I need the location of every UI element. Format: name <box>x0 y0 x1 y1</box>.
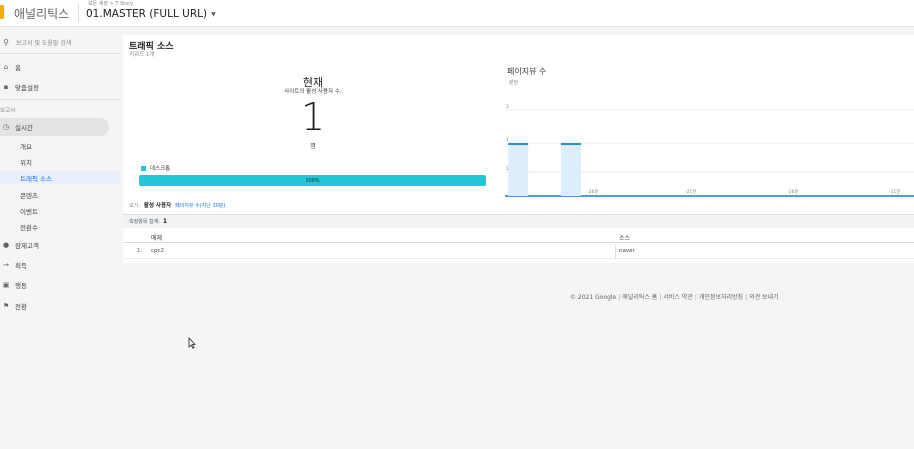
person-icon: ● <box>2 241 10 249</box>
caret-down-icon: ▼ <box>211 10 216 18</box>
y-tick-label: 1 <box>506 137 509 143</box>
x-tick-label: -11분 <box>889 189 901 195</box>
chart-title: 페이지뷰 수 <box>507 67 547 76</box>
sidebar-subitem-events[interactable]: 이벤트 <box>0 204 120 217</box>
footer-link-terms[interactable]: 서비스 약관 <box>663 294 693 301</box>
column-divider <box>615 245 616 259</box>
view-selector[interactable]: 01.MASTER (FULL URL) ▼ <box>86 8 216 20</box>
metric-tabs: 보기: 활성 사용자 페이지뷰 수(지난 30분) <box>123 198 914 212</box>
behavior-icon: ▣ <box>2 281 10 289</box>
metric-total-label: 측정항목 합계: <box>129 219 160 225</box>
tab-active-users[interactable]: 활성 사용자 <box>144 201 171 209</box>
sidebar-divider <box>0 53 120 54</box>
sidebar-subitem-traffic-sources[interactable]: 트래픽 소스 <box>0 171 120 184</box>
sidebar-subitem-conversions[interactable]: 전환수 <box>0 220 120 233</box>
copyright: © 2021 Google <box>570 294 617 301</box>
active-users-unit: 명 <box>310 143 316 150</box>
footer: © 2021 Google | 애널리틱스 홈 | 서비스 약관 | 개인정보처리방침 | 의견… <box>570 294 779 301</box>
breadcrumb[interactable]: 모든 계정 > T Story <box>88 0 133 7</box>
pageviews-chart: 2 1 1 -26분 -21분 -16분 -11분 <box>505 104 914 197</box>
page-subtitle: 키워드 1개 <box>129 52 155 58</box>
y-tick-label: 2 <box>506 104 509 110</box>
app-name[interactable]: 애널리틱스 <box>14 5 69 22</box>
clock-icon: ◷ <box>2 123 10 131</box>
app-header: 애널리틱스 모든 계정 > T Story 01.MASTER (FULL UR… <box>0 0 914 27</box>
mouse-cursor-icon <box>188 337 196 349</box>
sidebar-item-label: 맞춤설정 <box>15 84 39 92</box>
acquisition-icon: → <box>3 261 9 269</box>
column-header-medium[interactable]: 매체 <box>151 233 162 242</box>
report-panel: 트래픽 소스 키워드 1개 현재 사이트의 활성 사용자 수: 1 명 데스크톱… <box>123 35 914 263</box>
flag-icon: ⚑ <box>2 302 10 310</box>
pageviews-bar <box>508 143 529 196</box>
pageviews-bar-cap <box>560 143 581 145</box>
metric-total-row: 측정항목 합계: 1 <box>123 214 914 228</box>
sidebar-item-conversions[interactable]: ⚑ 전환 <box>0 299 118 313</box>
pageviews-bar-cap <box>508 143 529 145</box>
device-legend: 데스크톱 <box>141 164 170 172</box>
table-row[interactable]: 1. cpc2 naver <box>123 245 914 259</box>
sidebar-item-label: 행동 <box>15 282 27 290</box>
analytics-logo-icon[interactable] <box>0 5 4 19</box>
sidebar: ⚲ 보고서 및 도움말 검색 ⌂ 홈 ▪ 맞춤설정 보고서 ◷ 실시간 개요 위… <box>0 27 120 449</box>
footer-link-feedback[interactable]: 의견 보내기 <box>749 294 779 301</box>
sidebar-item-label: 실시간 <box>15 124 33 132</box>
device-share-bar: 100% <box>139 175 486 186</box>
tabs-label: 보기: <box>129 202 140 209</box>
tab-pageviews[interactable]: 페이지뷰 수(지난 30분) <box>175 202 225 209</box>
footer-link-analytics-home[interactable]: 애널리틱스 홈 <box>622 294 657 301</box>
pageviews-bar <box>560 143 581 196</box>
sidebar-item-audience[interactable]: ● 잠재고객 <box>0 238 118 252</box>
sidebar-item-label: 홈 <box>15 64 21 72</box>
x-tick-label: -21분 <box>685 189 697 195</box>
search-placeholder: 보고서 및 도움말 검색 <box>16 39 72 47</box>
cell-medium: cpc2 <box>151 248 165 254</box>
legend-label: 데스크톱 <box>150 166 171 172</box>
legend-swatch <box>141 165 146 171</box>
sidebar-subitem-locations[interactable]: 위치 <box>0 155 120 168</box>
sidebar-item-label: 전환 <box>15 303 27 311</box>
active-users-count: 1 <box>300 95 326 139</box>
sidebar-search[interactable]: ⚲ 보고서 및 도움말 검색 <box>0 36 118 48</box>
sidebar-subitem-overview[interactable]: 개요 <box>0 139 120 152</box>
x-tick-label: -16분 <box>787 189 799 195</box>
sidebar-item-label: 획득 <box>15 262 27 270</box>
home-icon: ⌂ <box>3 63 9 71</box>
sidebar-item-acquisition[interactable]: → 획득 <box>0 258 118 272</box>
sidebar-item-label: 잠재고객 <box>15 242 39 250</box>
search-icon: ⚲ <box>3 37 9 47</box>
x-tick-label: -26분 <box>587 189 599 195</box>
header-divider <box>78 4 79 22</box>
row-number: 1. <box>137 248 143 254</box>
view-name: 01.MASTER (FULL URL) <box>86 8 208 20</box>
metric-total-value: 1 <box>162 218 168 225</box>
sidebar-item-realtime[interactable]: ◷ 실시간 <box>0 118 109 136</box>
column-header-source[interactable]: 소스 <box>619 233 630 242</box>
table-header: 매체 소스 <box>123 231 914 243</box>
sidebar-item-home[interactable]: ⌂ 홈 <box>0 60 118 74</box>
sidebar-subitem-content[interactable]: 콘텐츠 <box>0 188 120 201</box>
footer-link-privacy[interactable]: 개인정보처리방침 <box>699 294 743 301</box>
device-share-percent: 100% <box>305 177 320 184</box>
sidebar-divider <box>0 99 120 100</box>
reports-section-label: 보고서 <box>0 108 16 114</box>
active-users-description: 사이트의 활성 사용자 수: <box>284 89 342 95</box>
customize-icon: ▪ <box>3 83 9 91</box>
cell-source: naver <box>619 248 635 254</box>
sidebar-item-customize[interactable]: ▪ 맞춤설정 <box>0 80 118 94</box>
sidebar-item-behavior[interactable]: ▣ 행동 <box>0 278 118 292</box>
